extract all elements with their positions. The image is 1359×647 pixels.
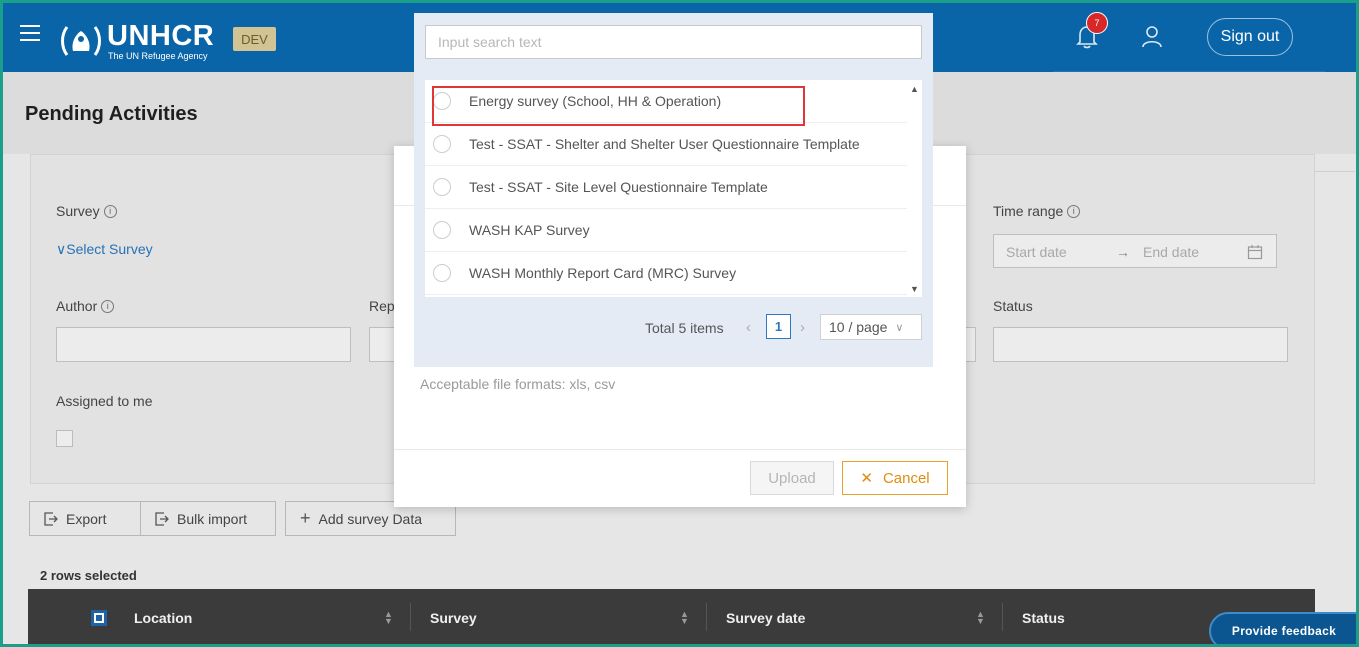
end-date-input[interactable]: End date bbox=[1143, 244, 1199, 260]
page-size-select[interactable]: 10 / page ∨ bbox=[820, 314, 922, 340]
assigned-label: Assigned to me bbox=[56, 393, 153, 409]
time-range-label: Time range i bbox=[993, 203, 1081, 219]
time-range-label-text: Time range bbox=[993, 203, 1064, 219]
rep-label: Rep bbox=[369, 298, 395, 314]
status-input[interactable] bbox=[993, 327, 1288, 362]
add-survey-label: Add survey Data bbox=[318, 510, 423, 527]
export-button[interactable]: Export bbox=[29, 501, 143, 536]
scroll-down-arrow-icon[interactable]: ▼ bbox=[910, 284, 919, 294]
info-icon[interactable]: i bbox=[103, 204, 117, 218]
date-range-picker[interactable]: Start date → End date bbox=[993, 234, 1277, 268]
cancel-label: Cancel bbox=[882, 469, 930, 487]
user-profile-icon[interactable] bbox=[1141, 25, 1163, 49]
radio-button[interactable] bbox=[433, 135, 451, 153]
chevron-down-icon: ∨ bbox=[56, 241, 67, 257]
export-icon bbox=[44, 511, 58, 526]
bulk-import-label: Bulk import bbox=[177, 510, 248, 527]
page-size-value: 10 / page bbox=[829, 319, 888, 335]
hamburger-menu-icon[interactable] bbox=[20, 25, 40, 41]
survey-label-text: Survey bbox=[56, 203, 100, 219]
import-icon bbox=[155, 511, 169, 526]
pagination-next-icon[interactable]: › bbox=[800, 319, 805, 336]
brand-subtitle: The UN Refugee Agency bbox=[108, 51, 208, 61]
cancel-button[interactable]: ✕ Cancel bbox=[842, 461, 948, 495]
author-label: Author i bbox=[56, 298, 115, 314]
radio-button[interactable] bbox=[433, 178, 451, 196]
rows-selected-count: 2 rows selected bbox=[40, 568, 137, 583]
page-title: Pending Activities bbox=[25, 103, 198, 125]
column-divider bbox=[706, 603, 707, 631]
pagination-prev-icon[interactable]: ‹ bbox=[746, 319, 751, 336]
info-icon[interactable]: i bbox=[101, 299, 115, 313]
survey-select-dropdown: Energy survey (School, HH & Operation) T… bbox=[414, 13, 933, 367]
column-divider bbox=[1002, 603, 1003, 631]
sort-icon[interactable]: ▲ ▼ bbox=[384, 610, 393, 626]
list-item-label: Test - SSAT - Site Level Questionnaire T… bbox=[469, 179, 768, 195]
notification-count-badge: 7 bbox=[1086, 12, 1108, 34]
modal-footer-divider bbox=[394, 449, 966, 450]
laurel-logo-icon bbox=[61, 26, 101, 56]
upload-button[interactable]: Upload bbox=[750, 461, 834, 495]
pagination-total: Total 5 items bbox=[645, 320, 724, 336]
table-header: Location ▲ ▼ Survey ▲ ▼ Survey date ▲ ▼ Sta… bbox=[28, 589, 1315, 644]
bulk-import-button[interactable]: Bulk import bbox=[140, 501, 276, 536]
assigned-checkbox[interactable] bbox=[56, 430, 73, 447]
env-badge: DEV bbox=[233, 27, 276, 51]
author-input[interactable] bbox=[56, 327, 351, 362]
file-formats-note: Acceptable file formats: xls, csv bbox=[420, 376, 616, 392]
column-status[interactable]: Status bbox=[1022, 610, 1065, 626]
plus-icon: + bbox=[300, 508, 311, 528]
search-input[interactable] bbox=[425, 25, 922, 59]
list-item[interactable]: Test - SSAT - Shelter and Shelter User Q… bbox=[425, 123, 907, 166]
pagination-page[interactable]: 1 bbox=[766, 314, 791, 339]
status-label: Status bbox=[993, 298, 1033, 314]
highlight-annotation-box bbox=[432, 86, 805, 126]
export-label: Export bbox=[66, 510, 107, 527]
chevron-down-icon: ∨ bbox=[895, 321, 904, 334]
column-location[interactable]: Location bbox=[134, 610, 192, 626]
list-item-label: WASH Monthly Report Card (MRC) Survey bbox=[469, 265, 737, 281]
column-survey-date[interactable]: Survey date bbox=[726, 610, 805, 626]
radio-button[interactable] bbox=[433, 264, 451, 282]
start-date-input[interactable]: Start date bbox=[1006, 244, 1067, 260]
brand-name: UNHCR bbox=[107, 20, 215, 52]
list-item[interactable]: Test - SSAT - Site Level Questionnaire T… bbox=[425, 166, 907, 209]
provide-feedback-button[interactable]: Provide feedback bbox=[1209, 612, 1356, 644]
select-all-checkbox[interactable] bbox=[91, 610, 107, 626]
app-frame: UNHCR The UN Refugee Agency DEV 7 Sign o… bbox=[3, 3, 1356, 644]
sign-out-button[interactable]: Sign out bbox=[1207, 18, 1293, 56]
list-item-label: Test - SSAT - Shelter and Shelter User Q… bbox=[469, 136, 860, 152]
sort-icon[interactable]: ▲ ▼ bbox=[680, 610, 689, 626]
info-icon[interactable]: i bbox=[1067, 204, 1081, 218]
rep-label-text: Rep bbox=[369, 298, 395, 314]
list-item[interactable]: WASH KAP Survey bbox=[425, 209, 907, 252]
calendar-icon[interactable] bbox=[1247, 244, 1263, 260]
assigned-label-text: Assigned to me bbox=[56, 393, 153, 409]
radio-button[interactable] bbox=[433, 221, 451, 239]
list-item-label: WASH KAP Survey bbox=[469, 222, 590, 238]
sort-icon[interactable]: ▲ ▼ bbox=[976, 610, 985, 626]
close-icon: ✕ bbox=[860, 470, 873, 487]
arrow-right-icon: → bbox=[1116, 244, 1130, 260]
list-item[interactable]: WASH Monthly Report Card (MRC) Survey bbox=[425, 252, 907, 295]
column-divider bbox=[410, 603, 411, 631]
column-survey[interactable]: Survey bbox=[430, 610, 477, 626]
status-label-text: Status bbox=[993, 298, 1033, 314]
survey-filter-label: Survey i bbox=[56, 203, 117, 219]
select-survey-link[interactable]: ∨Select Survey bbox=[56, 241, 153, 258]
select-survey-text: Select Survey bbox=[66, 241, 153, 257]
scroll-up-arrow-icon[interactable]: ▲ bbox=[910, 84, 919, 94]
author-label-text: Author bbox=[56, 298, 98, 314]
